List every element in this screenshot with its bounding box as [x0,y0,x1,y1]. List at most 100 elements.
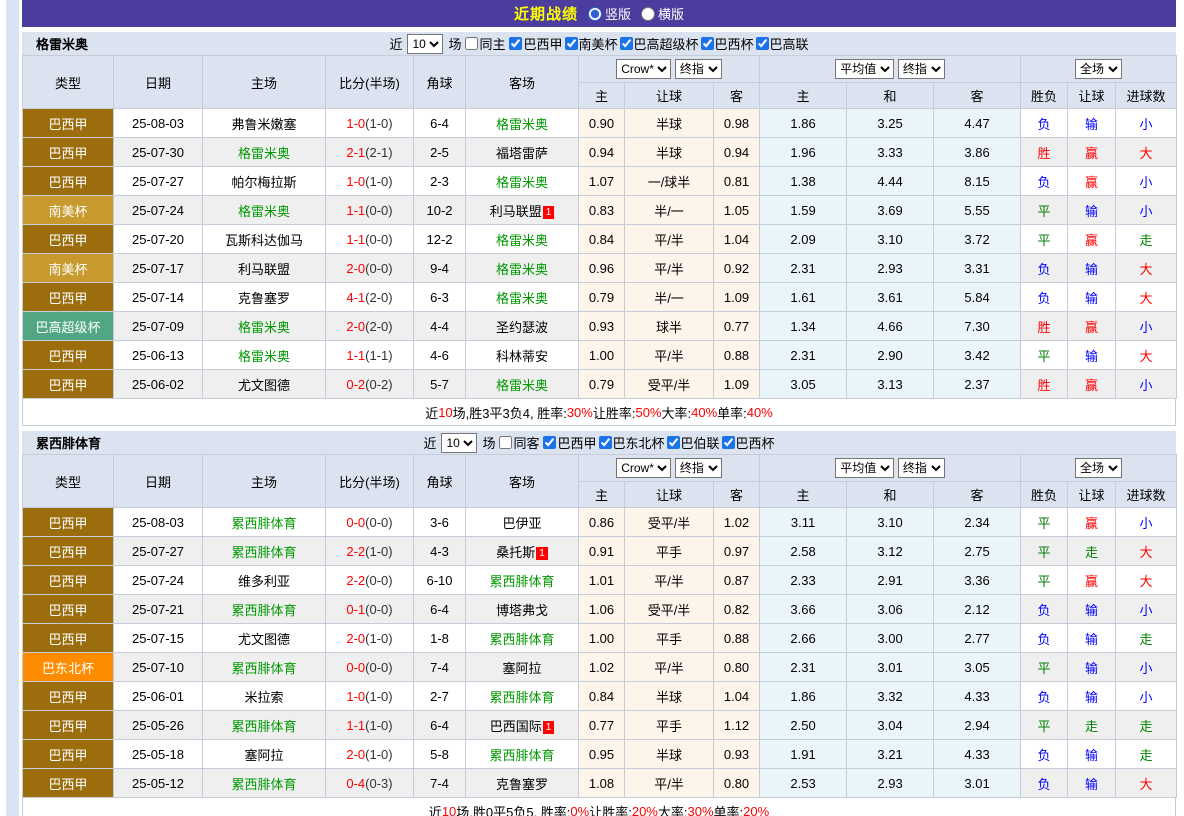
date-cell: 25-07-20 [114,225,203,254]
home-team-cell: 累西腓体育 [203,537,326,566]
league-filter-option[interactable]: 巴高超级杯 [618,34,699,53]
avg-away-odds: 2.12 [934,595,1021,624]
home-team-cell: 累西腓体育 [203,653,326,682]
team-label: 累西腓体育 [231,603,296,618]
same-home-option[interactable]: 同主 [463,34,505,53]
league-filter-option[interactable]: 巴西杯 [699,34,754,53]
avg-home-odds: 2.50 [760,711,847,740]
final-index-select-2[interactable]: 终指 [898,458,945,478]
team-label: 尤文图德 [238,632,290,647]
col-hcp-line: 让球 [625,83,714,109]
handicap-away-odds: 0.80 [714,769,760,798]
fulltime-score: 0-4 [346,776,365,791]
league-checkbox[interactable] [620,37,633,50]
view-horizontal-option[interactable]: 横版 [641,4,684,23]
handicap-away-odds: 0.97 [714,537,760,566]
corners-cell: 1-8 [414,624,466,653]
final-index-select-2[interactable]: 终指 [898,59,945,79]
league-filter-option[interactable]: 巴西甲 [507,34,562,53]
handicap-line: 平/半 [625,225,714,254]
scope-select[interactable]: 全场 [1075,59,1122,79]
bookmaker-select[interactable]: Crow* [616,59,671,79]
fulltime-score: 0-0 [346,660,365,675]
average-select[interactable]: 平均值 [835,59,894,79]
same-home-checkbox[interactable] [465,37,478,50]
avg-away-odds: 3.31 [934,254,1021,283]
team-label: 利马联盟 [238,262,290,277]
handicap-home-odds: 0.83 [579,196,625,225]
league-checkbox[interactable] [701,37,714,50]
col-avg-draw: 和 [847,83,934,109]
same-away-checkbox[interactable] [499,436,512,449]
handicap-home-odds: 0.86 [579,508,625,537]
page-title: 近期战绩 [514,3,578,24]
result-handicap: 赢 [1068,312,1116,341]
league-filter-option[interactable]: 巴伯联 [665,433,720,452]
league-filter-option[interactable]: 巴西杯 [720,433,775,452]
average-select[interactable]: 平均值 [835,458,894,478]
team-label: 米拉索 [244,690,283,705]
team-label: 科林蒂安 [496,349,548,364]
league-checkbox-label: 巴高联 [770,34,809,53]
view-vertical-radio[interactable] [588,7,602,21]
recent-count-select[interactable]: 10 [441,433,477,453]
result-handicap: 走 [1068,711,1116,740]
result-handicap: 输 [1068,595,1116,624]
final-index-select[interactable]: 终指 [675,59,722,79]
match-row: 南美杯25-07-17利马联盟2-0(0-0)9-4格雷米奥0.96平/半0.9… [23,254,1177,283]
league-checkbox[interactable] [756,37,769,50]
bookmaker-select[interactable]: Crow* [616,458,671,478]
score-cell: 1-1(0-0) [326,196,414,225]
league-checkbox-label: 巴高超级杯 [634,34,699,53]
view-horizontal-radio[interactable] [641,7,655,21]
result-goals: 大 [1116,537,1177,566]
handicap-line: 半球 [625,682,714,711]
recent-count-select[interactable]: 10 [407,34,443,54]
avg-home-odds: 1.61 [760,283,847,312]
league-checkbox[interactable] [667,436,680,449]
league-checkbox[interactable] [599,436,612,449]
match-row: 巴西甲25-05-18塞阿拉2-0(1-0)5-8累西腓体育0.95半球0.93… [23,740,1177,769]
league-checkbox[interactable] [565,37,578,50]
result-goals: 小 [1116,653,1177,682]
league-type-cell: 巴西甲 [23,624,114,653]
corners-cell: 6-4 [414,109,466,138]
league-filter-option[interactable]: 巴高联 [754,34,809,53]
team-label: 格雷米奥 [496,233,548,248]
result-goals: 小 [1116,312,1177,341]
league-filter-option[interactable]: 南美杯 [563,34,618,53]
team-label: 桑托斯 [496,545,535,560]
away-team-cell: 巴伊亚 [466,508,579,537]
handicap-home-odds: 0.93 [579,312,625,341]
league-checkbox[interactable] [543,436,556,449]
corners-cell: 3-6 [414,508,466,537]
col-hcp-line: 让球 [625,482,714,508]
home-team-cell: 米拉索 [203,682,326,711]
league-checkbox-label: 巴西甲 [523,34,562,53]
avg-away-odds: 3.42 [934,341,1021,370]
league-filter-option[interactable]: 巴西甲 [541,433,596,452]
league-checkbox[interactable] [722,436,735,449]
away-team-cell: 福塔雷萨 [466,138,579,167]
final-index-select[interactable]: 终指 [675,458,722,478]
summary-segment: 单率: [717,403,747,422]
halftime-score: (0-0) [365,261,392,276]
league-filter-option[interactable]: 巴东北杯 [597,433,665,452]
same-away-option[interactable]: 同客 [497,433,539,452]
corners-cell: 4-6 [414,341,466,370]
handicap-home-odds: 0.94 [579,138,625,167]
scope-select[interactable]: 全场 [1075,458,1122,478]
view-vertical-option[interactable]: 竖版 [588,4,631,23]
team-label: 帕尔梅拉斯 [231,175,296,190]
league-checkbox[interactable] [509,37,522,50]
result-handicap: 输 [1068,740,1116,769]
fulltime-score: 1-0 [346,174,365,189]
result-winloss: 平 [1021,566,1068,595]
summary-segment: 场,胜0平5负5, 胜率: [456,802,570,816]
away-team-cell: 桑托斯1 [466,537,579,566]
avg-draw-odds: 3.10 [847,508,934,537]
stats-summary: 近10场,胜3平3负4, 胜率:30% 让胜率:50% 大率:40% 单率:40… [22,399,1176,426]
corners-cell: 4-4 [414,312,466,341]
avg-home-odds: 1.86 [760,109,847,138]
corners-cell: 4-3 [414,537,466,566]
